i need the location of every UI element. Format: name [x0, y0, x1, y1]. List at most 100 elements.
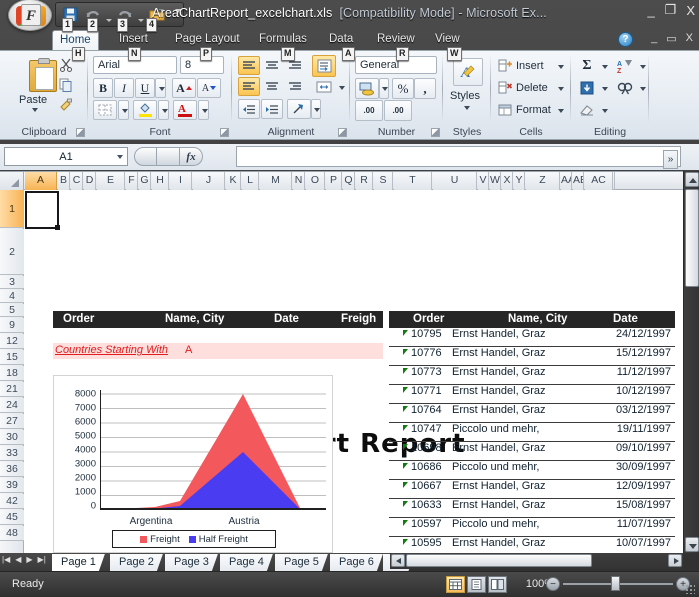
vertical-scroll-thumb[interactable]	[685, 189, 699, 287]
fill-dropdown[interactable]	[598, 78, 609, 98]
bold-button[interactable]: B	[93, 78, 113, 98]
insert-function-button[interactable]: fx	[180, 147, 203, 166]
row-header-18[interactable]: 18	[0, 366, 24, 381]
styles-dropdown-icon[interactable]	[464, 106, 470, 110]
table-row[interactable]: 10633 Ernst Handel, Graz 15/08/1997	[389, 499, 675, 518]
paste-dropdown-icon[interactable]	[32, 108, 38, 112]
table-row[interactable]: 10686 Piccolo und mehr, 30/09/1997	[389, 461, 675, 480]
column-header-Z[interactable]: Z	[526, 172, 560, 190]
align-center-button[interactable]	[261, 77, 283, 96]
column-header-X[interactable]: X	[502, 172, 513, 190]
column-header-H[interactable]: H	[152, 172, 169, 190]
row-header-48[interactable]: 48	[0, 526, 24, 541]
delete-cells-button[interactable]: Delete	[495, 78, 569, 98]
increase-font-size-button[interactable]: A	[172, 78, 196, 98]
column-header-L[interactable]: L	[242, 172, 259, 190]
page-layout-view-button[interactable]	[467, 576, 486, 593]
merge-center-button[interactable]	[312, 77, 336, 97]
underline-dropdown[interactable]	[155, 78, 166, 98]
error-indicator-icon[interactable]	[403, 368, 408, 374]
normal-view-button[interactable]	[446, 576, 465, 593]
column-header-V[interactable]: V	[478, 172, 489, 190]
align-left-button[interactable]	[238, 77, 260, 96]
table-row[interactable]: 10795 Ernst Handel, Graz 24/12/1997	[389, 328, 675, 347]
help-icon[interactable]: ?	[618, 32, 633, 47]
fill-button[interactable]	[575, 78, 599, 98]
underline-button[interactable]: U	[135, 78, 155, 98]
enter-formula-button[interactable]	[157, 147, 180, 166]
borders-button[interactable]	[93, 100, 117, 120]
clear-dropdown[interactable]	[598, 100, 609, 120]
wrap-text-button[interactable]	[312, 55, 336, 77]
column-header-AB[interactable]: AB	[573, 172, 584, 190]
sheet-tab-page-6[interactable]: Page 6	[330, 554, 383, 571]
active-cell-a1[interactable]	[25, 191, 60, 230]
zoom-slider[interactable]: − +	[546, 576, 690, 591]
column-header-B[interactable]: B	[58, 172, 70, 190]
column-header-AC[interactable]: AC	[585, 172, 613, 190]
ribbon-close-button[interactable]: X	[686, 32, 693, 45]
table-row[interactable]: 10597 Piccolo und mehr, 11/07/1997	[389, 518, 675, 537]
decrease-decimal-button[interactable]: .00	[384, 100, 412, 121]
row-header-9[interactable]: 9	[0, 318, 24, 333]
align-right-button[interactable]	[284, 77, 306, 96]
row-header-12[interactable]: 12	[0, 334, 24, 349]
error-indicator-icon[interactable]	[403, 406, 408, 412]
copy-button[interactable]	[55, 76, 77, 94]
ribbon-restore-button[interactable]: ▭	[666, 32, 676, 45]
column-header-AA[interactable]: AA	[561, 172, 572, 190]
font-color-button[interactable]: A	[173, 100, 197, 120]
select-all-button[interactable]	[0, 172, 24, 190]
row-header-2[interactable]: 2	[0, 229, 24, 275]
table-row[interactable]: 10747 Piccolo und mehr, 19/11/1997	[389, 423, 675, 442]
accounting-dropdown[interactable]	[379, 78, 389, 99]
column-header-M[interactable]: M	[260, 172, 292, 190]
sheet-tab-page-5[interactable]: Page 5	[275, 554, 328, 571]
page-break-view-button[interactable]	[488, 576, 507, 593]
formula-input[interactable]: »	[236, 146, 681, 169]
row-header-36[interactable]: 36	[0, 462, 24, 477]
error-indicator-icon[interactable]	[403, 539, 408, 545]
paste-button[interactable]: Paste	[10, 55, 57, 112]
vertical-scrollbar[interactable]	[683, 171, 699, 553]
format-painter-button[interactable]	[55, 96, 77, 114]
borders-dropdown[interactable]	[118, 100, 129, 120]
orientation-button[interactable]	[287, 99, 311, 119]
scroll-right-button[interactable]	[668, 554, 682, 567]
column-header-D[interactable]: D	[84, 172, 96, 190]
error-indicator-icon[interactable]	[403, 444, 408, 450]
horizontal-scrollbar[interactable]	[390, 553, 683, 569]
increase-indent-button[interactable]	[261, 99, 283, 119]
column-header-Y[interactable]: Y	[514, 172, 525, 190]
formula-bar-expand-button[interactable]: »	[663, 150, 678, 169]
column-header-R[interactable]: R	[356, 172, 373, 190]
orientation-dropdown[interactable]	[311, 99, 321, 119]
row-header-33[interactable]: 33	[0, 446, 24, 461]
column-header-Q[interactable]: Q	[343, 172, 355, 190]
name-box-dropdown-icon[interactable]	[117, 155, 123, 159]
table-row[interactable]: 10667 Ernst Handel, Graz 12/09/1997	[389, 480, 675, 499]
column-header-O[interactable]: O	[306, 172, 325, 190]
name-box[interactable]: A1	[4, 147, 128, 166]
font-dialog-launcher[interactable]	[220, 128, 229, 137]
find-select-button[interactable]	[613, 78, 637, 98]
table-row[interactable]: 10764 Ernst Handel, Graz 03/12/1997	[389, 404, 675, 423]
sheet-tab-page-4[interactable]: Page 4	[220, 554, 273, 571]
column-header-I[interactable]: I	[170, 172, 192, 190]
first-sheet-icon[interactable]: |◀	[2, 555, 10, 564]
column-header-F[interactable]: F	[126, 172, 138, 190]
insert-cells-button[interactable]: Insert	[495, 56, 569, 76]
table-row[interactable]: 10698 Ernst Handel, Graz 09/10/1997	[389, 442, 675, 461]
window-minimize-button[interactable]: _	[647, 3, 654, 18]
error-indicator-icon[interactable]	[403, 387, 408, 393]
sheet-tab-page-1[interactable]: Page 1	[52, 554, 105, 571]
cell-styles-button[interactable]: A	[453, 58, 483, 86]
align-middle-button[interactable]	[261, 56, 283, 75]
decrease-font-size-button[interactable]: A	[197, 78, 221, 98]
resize-grip[interactable]	[685, 584, 695, 594]
next-sheet-icon[interactable]: ▶	[26, 555, 32, 564]
fill-color-button[interactable]	[133, 100, 157, 120]
autosum-button[interactable]: Σ	[575, 56, 599, 76]
font-color-dropdown[interactable]	[198, 100, 209, 120]
scroll-left-button[interactable]	[391, 554, 405, 567]
